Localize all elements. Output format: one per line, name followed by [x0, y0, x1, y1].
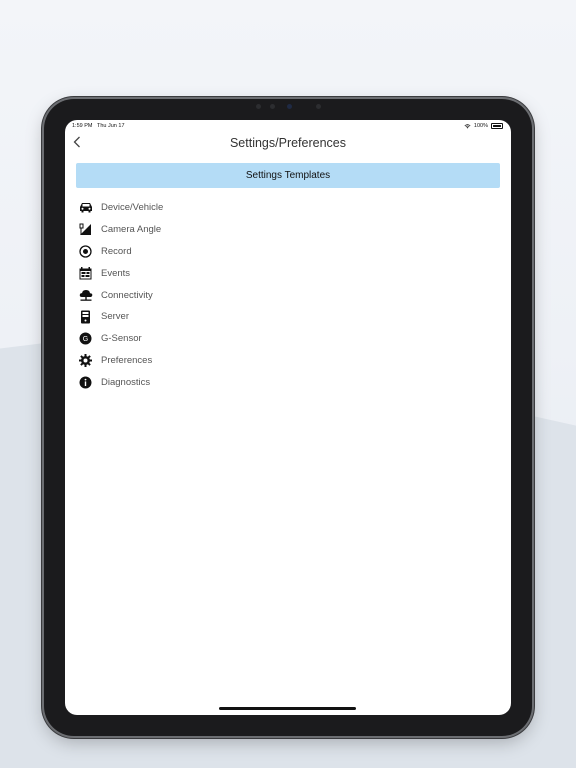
status-time-date: 1:59 PM Thu Jun 17 [72, 123, 125, 129]
status-bar: 1:59 PM Thu Jun 17 100% [65, 120, 511, 132]
info-icon [78, 375, 93, 390]
screen: 1:59 PM Thu Jun 17 100% Settings/Prefere… [65, 120, 511, 715]
menu-item-events[interactable]: Events [78, 262, 378, 284]
sensor-dot [256, 104, 261, 109]
menu-item-label: Connectivity [101, 289, 153, 301]
menu-item-server[interactable]: Server [78, 306, 378, 328]
g-sensor-icon: G [78, 331, 93, 346]
svg-text:G: G [83, 336, 88, 343]
settings-templates-button[interactable]: Settings Templates [76, 163, 500, 188]
nav-bar: Settings/Preferences [65, 132, 511, 154]
record-icon [78, 244, 93, 259]
menu-item-connectivity[interactable]: Connectivity [78, 284, 378, 306]
menu-item-label: Diagnostics [101, 376, 151, 388]
calendar-icon [78, 266, 93, 281]
camera-angle-icon [78, 222, 93, 237]
battery-icon [491, 123, 503, 129]
menu-item-record[interactable]: Record [78, 241, 378, 263]
menu-item-label: G-Sensor [101, 333, 142, 345]
page-title: Settings/Preferences [229, 136, 347, 150]
menu-item-camera-angle[interactable]: Camera Angle [78, 219, 378, 241]
settings-menu: Device/Vehicle Camera Angle Record Event… [78, 197, 378, 393]
sensor-dot [270, 104, 275, 109]
menu-item-label: Preferences [101, 354, 153, 366]
car-icon [78, 200, 93, 215]
battery-percent: 100% [473, 123, 488, 129]
status-time: 1:59 PM [72, 123, 93, 129]
wifi-icon [464, 123, 471, 128]
gear-icon [78, 353, 93, 368]
status-indicators: 100% [464, 123, 503, 129]
menu-item-label: Record [101, 245, 132, 257]
front-camera [287, 104, 292, 109]
menu-item-label: Events [101, 267, 131, 279]
menu-item-label: Device/Vehicle [101, 202, 164, 214]
status-date: Thu Jun 17 [96, 123, 125, 129]
menu-item-label: Camera Angle [101, 224, 162, 236]
cloud-icon [78, 288, 93, 303]
menu-item-label: Server [101, 311, 129, 323]
server-icon [78, 309, 93, 324]
menu-item-preferences[interactable]: Preferences [78, 350, 378, 372]
menu-item-g-sensor[interactable]: G G-Sensor [78, 328, 378, 350]
menu-item-device-vehicle[interactable]: Device/Vehicle [78, 197, 378, 219]
menu-item-diagnostics[interactable]: Diagnostics [78, 371, 378, 393]
sensor-dot [316, 104, 321, 109]
tablet-frame: 1:59 PM Thu Jun 17 100% Settings/Prefere… [44, 99, 532, 736]
home-indicator[interactable] [219, 707, 356, 710]
